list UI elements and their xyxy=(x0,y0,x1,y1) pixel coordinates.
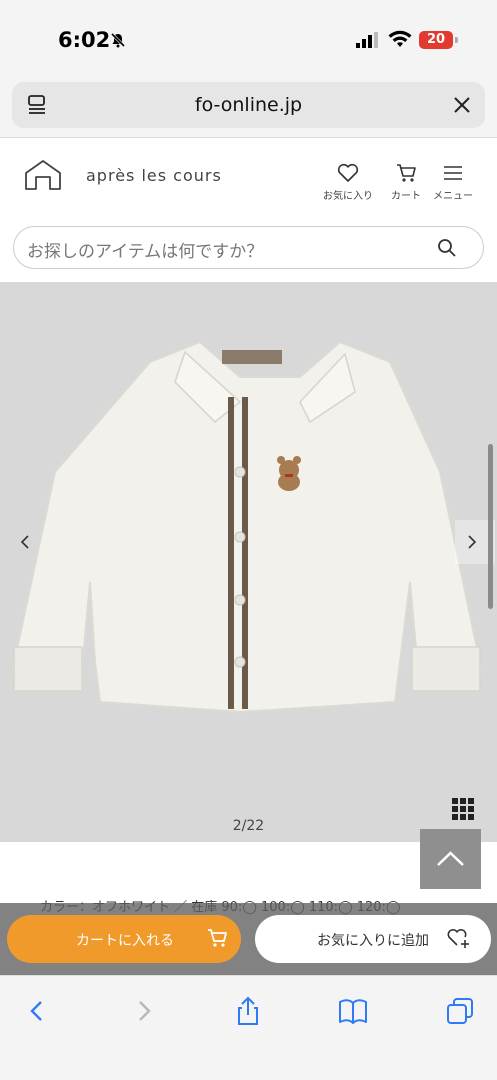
cart-label: カート xyxy=(391,191,421,202)
thumbnail-grid-icon[interactable] xyxy=(452,798,474,820)
bookmarks-icon[interactable] xyxy=(338,996,368,1026)
search-input[interactable]: お探しのアイテムは何ですか？ xyxy=(13,226,484,269)
header-menu-button[interactable]: メニュー xyxy=(430,163,476,202)
page-scrollbar[interactable] xyxy=(488,444,493,609)
header-favorites-button[interactable]: お気に入り xyxy=(318,163,378,202)
sticky-action-bar: カートに入れる お気に入りに追加 xyxy=(0,903,497,975)
browser-address-area: fo-online.jp xyxy=(0,80,497,138)
status-bar: 6:02 20 xyxy=(0,0,497,80)
product-image xyxy=(10,340,484,714)
status-time: 6:02 xyxy=(58,28,111,52)
cart-icon xyxy=(208,929,227,947)
add-to-cart-button[interactable]: カートに入れる xyxy=(7,915,241,963)
back-to-top-button[interactable] xyxy=(420,829,481,889)
battery-indicator: 20 xyxy=(419,31,453,49)
cart-icon xyxy=(397,164,416,182)
close-icon[interactable] xyxy=(451,94,473,116)
battery-cap xyxy=(455,37,458,43)
site-header: après les cours お気に入り カート メニュー xyxy=(0,139,497,221)
previous-image-button[interactable] xyxy=(2,520,42,564)
tabs-icon[interactable] xyxy=(445,996,475,1026)
add-to-cart-label: カートに入れる xyxy=(76,933,174,949)
share-icon[interactable] xyxy=(233,996,263,1026)
browser-toolbar xyxy=(0,975,497,1080)
menu-label: メニュー xyxy=(433,191,473,202)
cellular-signal-icon xyxy=(356,32,378,48)
search-icon[interactable] xyxy=(437,238,457,258)
address-bar[interactable]: fo-online.jp xyxy=(12,82,485,128)
heart-icon xyxy=(337,163,359,182)
heart-plus-icon xyxy=(447,928,469,948)
chevron-up-icon xyxy=(437,851,464,866)
forward-icon[interactable] xyxy=(129,996,159,1026)
add-to-favorites-label: お気に入りに追加 xyxy=(317,933,429,949)
menu-icon xyxy=(444,166,462,180)
back-icon[interactable] xyxy=(22,996,52,1026)
search-placeholder: お探しのアイテムは何ですか？ xyxy=(27,242,264,262)
url-text[interactable]: fo-online.jp xyxy=(12,94,485,116)
silent-bell-icon xyxy=(110,32,126,48)
favorites-label: お気に入り xyxy=(323,191,373,202)
wifi-icon xyxy=(388,30,412,47)
add-to-favorites-button[interactable]: お気に入りに追加 xyxy=(255,915,491,963)
header-cart-button[interactable]: カート xyxy=(386,163,426,202)
brand-name[interactable]: après les cours xyxy=(86,166,222,185)
product-gallery[interactable] xyxy=(0,282,497,842)
home-icon[interactable] xyxy=(24,159,62,191)
